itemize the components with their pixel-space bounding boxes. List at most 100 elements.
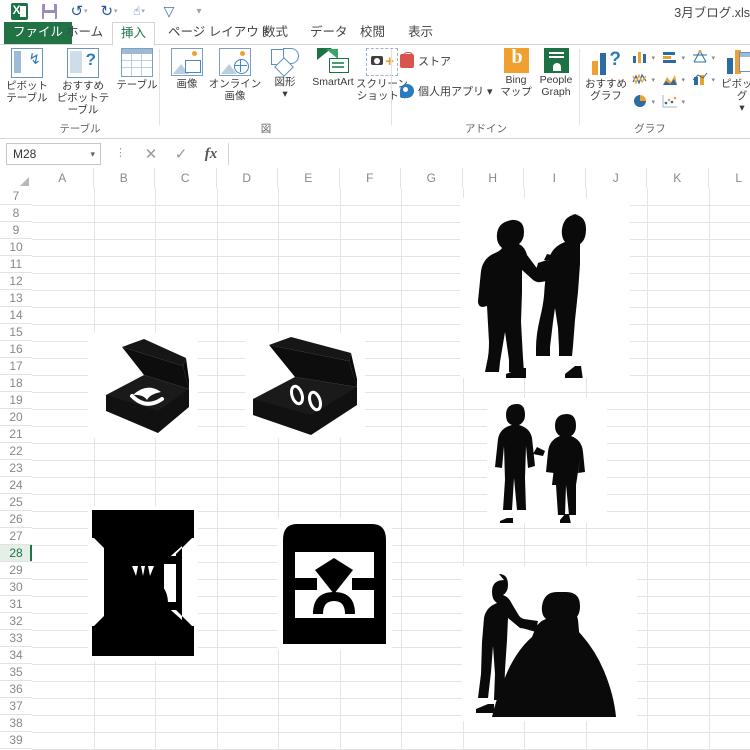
ribbon-tab-bar: ファイル ホーム 挿入 ページ レイアウト 数式 データ 校閲 表示 <box>0 22 750 46</box>
row-header-15[interactable]: 15 <box>0 324 32 341</box>
row-header-24[interactable]: 24 <box>0 477 32 494</box>
row-header-23[interactable]: 23 <box>0 460 32 477</box>
store-button[interactable]: ストア <box>400 52 451 69</box>
column-header-D[interactable]: D <box>217 168 278 188</box>
row-header-19[interactable]: 19 <box>0 392 32 409</box>
row-header-21[interactable]: 21 <box>0 426 32 443</box>
column-header-B[interactable]: B <box>94 168 155 188</box>
column-header-L[interactable]: L <box>709 168 750 188</box>
row-header-33[interactable]: 33 <box>0 630 32 647</box>
enter-icon[interactable]: ✓ <box>166 143 196 165</box>
row-header-26[interactable]: 26 <box>0 511 32 528</box>
row-header-16[interactable]: 16 <box>0 341 32 358</box>
row-header-28[interactable]: 28 <box>0 545 32 562</box>
row-header-30[interactable]: 30 <box>0 579 32 596</box>
stock-chart-button[interactable]: ▾ <box>692 49 715 66</box>
online-picture-button[interactable]: オンライン 画像 <box>208 48 262 102</box>
column-header-C[interactable]: C <box>155 168 217 188</box>
picture-couple-silhouette-simple[interactable] <box>487 398 607 523</box>
tab-insert[interactable]: 挿入 <box>112 22 156 46</box>
bing-maps-button[interactable]: Bing マップ <box>496 46 536 98</box>
row-header-35[interactable]: 35 <box>0 664 32 681</box>
row-header-38[interactable]: 38 <box>0 715 32 732</box>
column-header-I[interactable]: I <box>524 168 586 188</box>
worksheet-grid: ABCDEFGHIJKL 7 8 9 10 11 12 13 14 15 16 17 18 19 20 21… <box>0 168 750 750</box>
row-header-25[interactable]: 25 <box>0 494 32 511</box>
tab-formulas[interactable]: 数式 <box>255 22 296 44</box>
row-header-31[interactable]: 31 <box>0 596 32 613</box>
recommended-pivot-table-button[interactable]: おすすめ ピボットテーブル <box>52 48 114 116</box>
column-chart-button[interactable]: ▾ <box>632 49 655 66</box>
insert-function-icon[interactable]: fx <box>196 143 226 165</box>
row-header-36[interactable]: 36 <box>0 681 32 698</box>
row-header-9[interactable]: 9 <box>0 222 32 239</box>
excel-logo-icon[interactable] <box>4 1 34 21</box>
row-header-18[interactable]: 18 <box>0 375 32 392</box>
formula-bar-expand-handle[interactable]: ⋮ <box>115 148 126 159</box>
tab-data[interactable]: データ <box>302 22 356 44</box>
row-header-11[interactable]: 11 <box>0 256 32 273</box>
cancel-icon[interactable]: ✕ <box>136 143 166 165</box>
recommended-charts-button[interactable]: ? おすすめ グラフ <box>582 48 630 103</box>
column-header-H[interactable]: H <box>463 168 524 188</box>
column-header-F[interactable]: F <box>340 168 401 188</box>
picture-button[interactable]: 画像 <box>166 48 208 90</box>
column-header-J[interactable]: J <box>586 168 647 188</box>
picture-bride-groom-silhouette[interactable] <box>462 566 637 721</box>
touch-mode-icon[interactable]: ☝ ▾ <box>124 1 154 21</box>
column-header-K[interactable]: K <box>647 168 709 188</box>
smartart-button[interactable]: SmartArt <box>306 48 360 88</box>
column-header-G[interactable]: G <box>401 168 463 188</box>
combo-chart-icon <box>692 72 708 85</box>
scatter-chart-button[interactable]: ▾ <box>662 93 685 110</box>
customize-qat-icon[interactable]: ▾ <box>184 1 214 21</box>
picture-ring-box-open-angled[interactable] <box>88 333 198 438</box>
shapes-button[interactable]: 図形 ▾ <box>264 48 306 100</box>
people-graph-button[interactable]: People Graph <box>534 48 578 98</box>
pivot-chart-button[interactable]: ピボットグ ▾ <box>720 48 750 114</box>
row-header-10[interactable]: 10 <box>0 239 32 256</box>
table-button[interactable]: テーブル <box>116 48 158 91</box>
grid-vline <box>216 188 218 750</box>
row-header-20[interactable]: 20 <box>0 409 32 426</box>
column-header-A[interactable]: A <box>32 168 94 188</box>
cell-area[interactable] <box>32 188 750 750</box>
select-all-button[interactable] <box>0 168 33 189</box>
row-header-27[interactable]: 27 <box>0 528 32 545</box>
row-header-37[interactable]: 37 <box>0 698 32 715</box>
undo-icon[interactable]: ↺ ▾ <box>64 1 94 21</box>
row-header-34[interactable]: 34 <box>0 647 32 664</box>
formula-input[interactable] <box>228 143 748 165</box>
row-header-13[interactable]: 13 <box>0 290 32 307</box>
row-header-12[interactable]: 12 <box>0 273 32 290</box>
row-header-39[interactable]: 39 <box>0 732 32 749</box>
row-header-8[interactable]: 8 <box>0 205 32 222</box>
tab-home[interactable]: ホーム <box>58 22 111 44</box>
row-header-7[interactable]: 7 <box>0 188 32 205</box>
row-header-22[interactable]: 22 <box>0 443 32 460</box>
picture-ring-box-pair-rings[interactable] <box>245 333 365 438</box>
line-chart-button[interactable]: ▾ <box>632 71 655 88</box>
name-box[interactable]: M28 ▾ <box>6 143 101 165</box>
row-header-17[interactable]: 17 <box>0 358 32 375</box>
row-header-29[interactable]: 29 <box>0 562 32 579</box>
my-apps-button[interactable]: 個人用アプリ ▾ <box>400 83 493 99</box>
tab-view[interactable]: 表示 <box>400 22 441 44</box>
row-header-14[interactable]: 14 <box>0 307 32 324</box>
tab-review[interactable]: 校閲 <box>352 22 393 44</box>
row-header-32[interactable]: 32 <box>0 613 32 630</box>
column-header-E[interactable]: E <box>278 168 340 188</box>
bar-chart-button[interactable]: ▾ <box>662 49 685 66</box>
pivot-table-button[interactable]: ピボット テーブル <box>2 48 52 104</box>
filter-icon[interactable]: ▽ <box>154 1 184 21</box>
picture-ring-box-icon-solid-gem[interactable] <box>277 518 392 650</box>
name-box-chevron-down-icon[interactable]: ▾ <box>90 144 95 165</box>
redo-icon[interactable]: ↻ ▾ <box>94 1 124 21</box>
save-icon[interactable] <box>34 1 64 21</box>
picture-proposal-couple-silhouette[interactable] <box>460 198 630 378</box>
area-chart-button[interactable]: ▾ <box>662 71 685 88</box>
picture-icon <box>171 48 203 76</box>
pie-chart-button[interactable]: ▾ <box>632 93 655 110</box>
combo-chart-button[interactable]: ▾ <box>692 71 715 88</box>
picture-ring-box-icon-diamond[interactable] <box>88 506 198 661</box>
